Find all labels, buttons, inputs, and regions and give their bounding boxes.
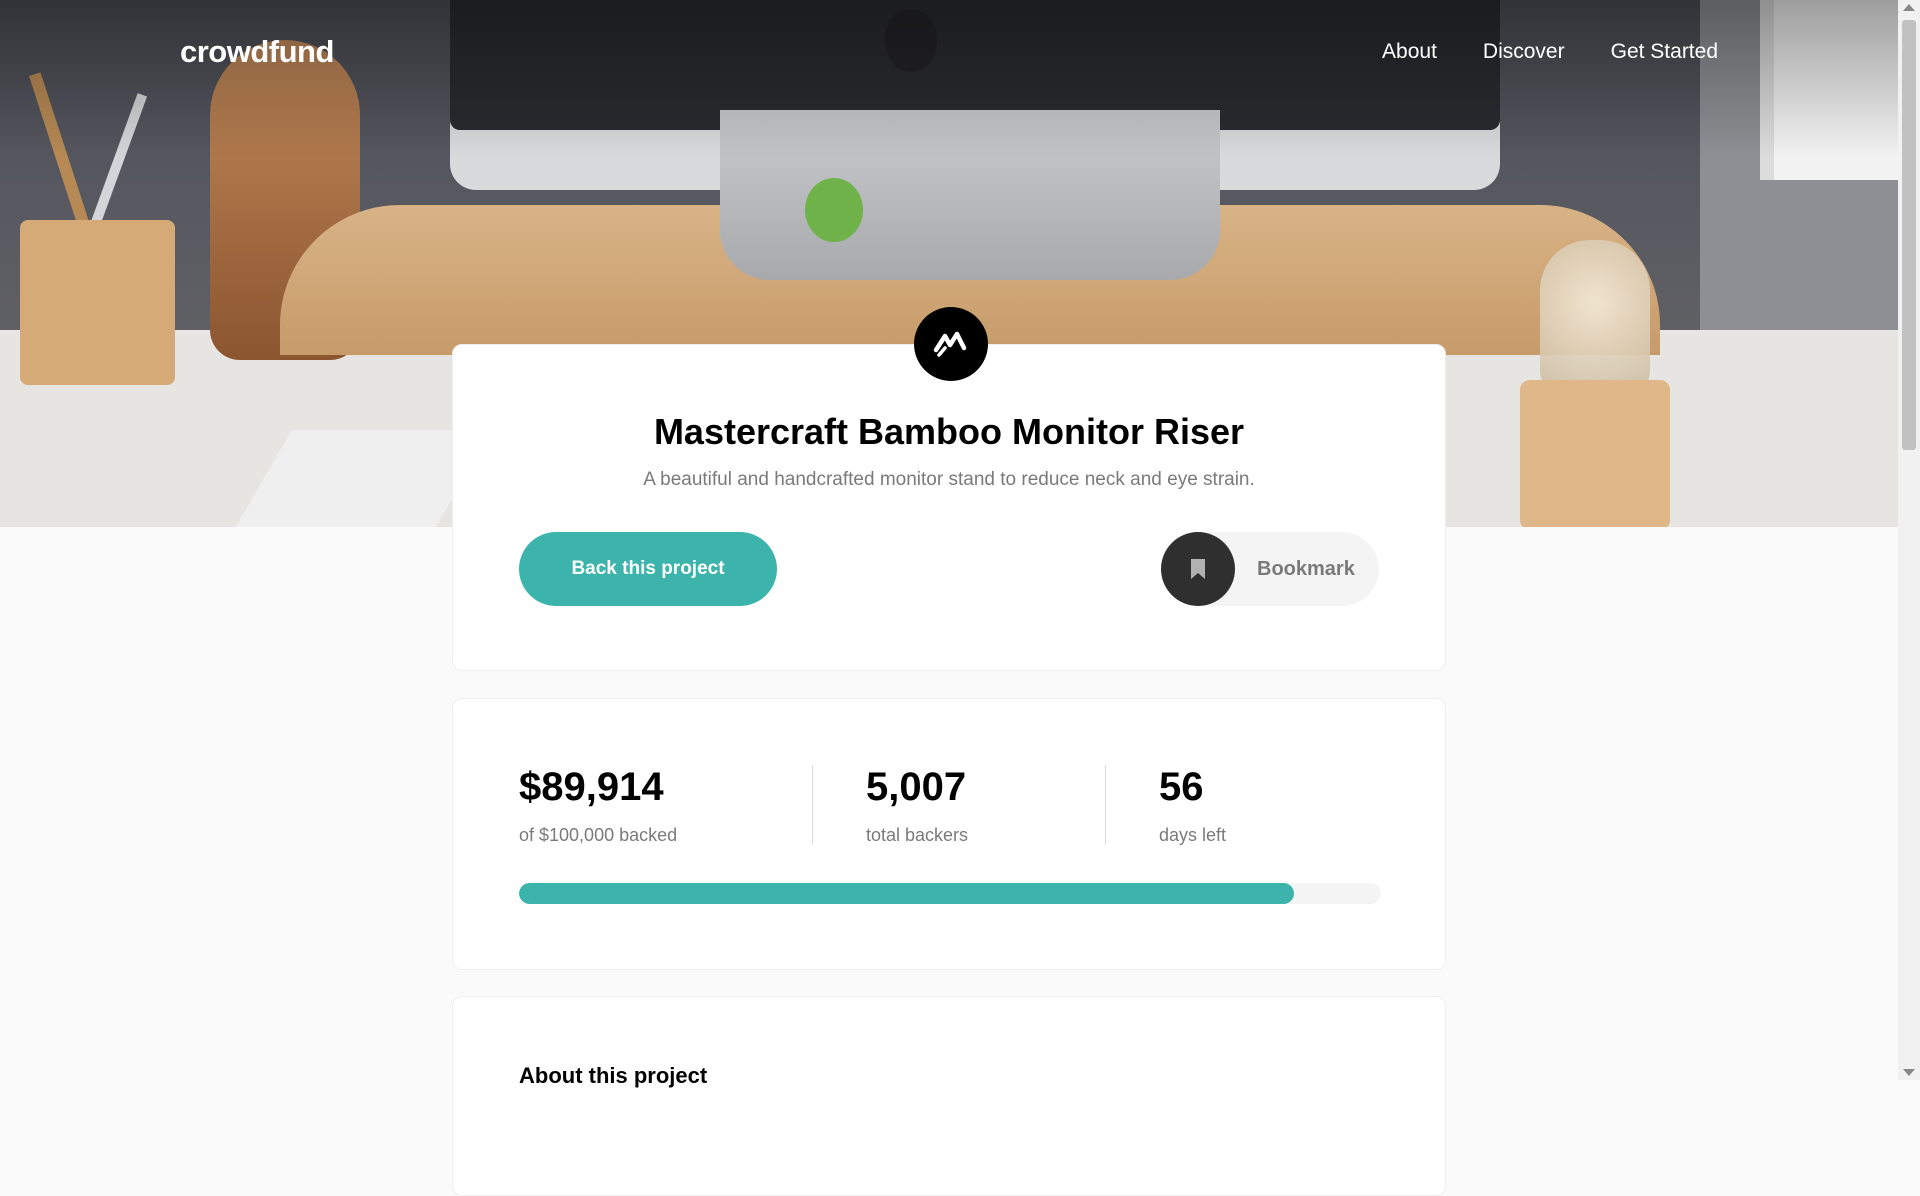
backed-amount: $89,914 [519,765,664,809]
stats-row: $89,914 of $100,000 backed 5,007 total b… [519,765,1398,845]
mastercraft-logo-icon [914,307,988,381]
bookmark-icon [1161,532,1235,606]
backed-label: of $100,000 backed [519,825,678,845]
back-project-button[interactable]: Back this project [519,532,777,606]
page-scrollbar[interactable] [1898,0,1920,1080]
backers-count: 5,007 [866,765,967,809]
scrollbar-thumb[interactable] [1902,20,1916,450]
days-label: days left [1159,825,1227,845]
funding-progress-bar [519,883,1381,904]
about-card: About this project [452,996,1446,1196]
about-title: About this project [519,1063,708,1088]
main-nav: About Discover Get Started [1382,40,1718,64]
scroll-down-icon[interactable] [1903,1069,1915,1076]
nav-link-discover[interactable]: Discover [1483,40,1565,64]
scroll-up-icon[interactable] [1903,4,1915,11]
nav-link-get-started[interactable]: Get Started [1611,40,1718,64]
days-count: 56 [1159,765,1204,809]
stat-backed: $89,914 of $100,000 backed [519,765,812,845]
project-intro-card: Mastercraft Bamboo Monitor Riser A beaut… [452,307,1446,671]
bookmark-button[interactable]: Bookmark [1161,532,1379,606]
site-logo[interactable]: crowdfund [180,34,334,70]
stats-card: $89,914 of $100,000 backed 5,007 total b… [452,698,1446,970]
project-subtitle: A beautiful and handcrafted monitor stan… [643,469,1255,490]
funding-progress-fill [519,883,1294,904]
project-title: Mastercraft Bamboo Monitor Riser [653,411,1245,452]
backers-label: total backers [866,825,969,845]
bookmark-label: Bookmark [1257,557,1355,580]
stat-days: 56 days left [1105,765,1398,845]
nav-link-about[interactable]: About [1382,40,1437,64]
stat-backers: 5,007 total backers [812,765,1105,845]
